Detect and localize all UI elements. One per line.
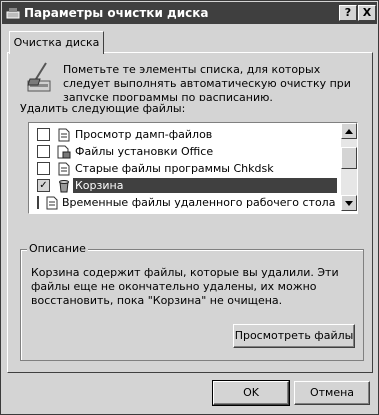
checkbox[interactable]: ✓ [37, 179, 50, 192]
title-bar[interactable]: Параметры очистки диска ? X [2, 2, 377, 24]
list-label: Удалить следующие файлы: [20, 102, 186, 115]
files-list[interactable]: Просмотр дамп-файлов Файлы установки Off… [28, 122, 358, 214]
list-item-label: Просмотр дамп-файлов [75, 128, 213, 141]
cancel-button[interactable]: Отмена [294, 381, 370, 405]
checkbox[interactable] [37, 196, 39, 209]
list-item-label: Корзина [73, 178, 337, 193]
window-title: Параметры очистки диска [24, 6, 209, 20]
list-scrollbar[interactable] [341, 123, 357, 211]
list-item[interactable]: ✓ Корзина [31, 177, 337, 194]
list-item-label: Старые файлы программы Chkdsk [75, 162, 274, 175]
tab-panel: Пометьте те элементы списка, для которых… [7, 52, 373, 373]
description-title: Описание [27, 242, 88, 255]
help-button[interactable]: ? [339, 5, 357, 21]
list-item[interactable]: Просмотр дамп-файлов [31, 126, 337, 143]
ok-button[interactable]: OK [212, 380, 290, 406]
intro-text: Пометьте те элементы списка, для которых… [63, 63, 351, 101]
document-icon [57, 128, 71, 142]
checkbox[interactable] [37, 162, 50, 175]
scroll-thumb[interactable] [341, 147, 357, 169]
office-icon [57, 145, 71, 159]
document-icon [57, 162, 71, 176]
description-text: Корзина содержит файлы, которые вы удали… [31, 266, 339, 307]
scroll-down-button[interactable] [341, 195, 357, 211]
scroll-up-button[interactable] [341, 123, 357, 139]
list-item[interactable]: Файлы установки Office [31, 143, 337, 160]
list-item[interactable]: Старые файлы программы Chkdsk [31, 160, 337, 177]
list-item-label: Временные файлы удаленного рабочего стол… [62, 196, 336, 209]
close-button[interactable]: X [358, 5, 376, 21]
arrow-down-icon [345, 200, 353, 206]
arrow-up-icon [345, 128, 353, 134]
view-files-button[interactable]: Просмотреть файлы [233, 324, 355, 348]
disk-cleanup-icon [6, 6, 20, 20]
document-icon [46, 196, 58, 210]
checkbox[interactable] [37, 145, 50, 158]
recycle-bin-icon [57, 179, 71, 193]
disk-cleanup-settings-window: Параметры очистки диска ? X Очистка диск… [0, 0, 379, 415]
list-item-label: Файлы установки Office [75, 145, 214, 158]
checkbox[interactable] [37, 128, 50, 141]
description-group: Описание Корзина содержит файлы, которые… [20, 242, 364, 361]
tab-disk-cleanup[interactable]: Очистка диска [9, 31, 104, 54]
broom-icon [24, 61, 54, 95]
list-item[interactable]: Временные файлы удаленного рабочего стол… [31, 194, 337, 211]
